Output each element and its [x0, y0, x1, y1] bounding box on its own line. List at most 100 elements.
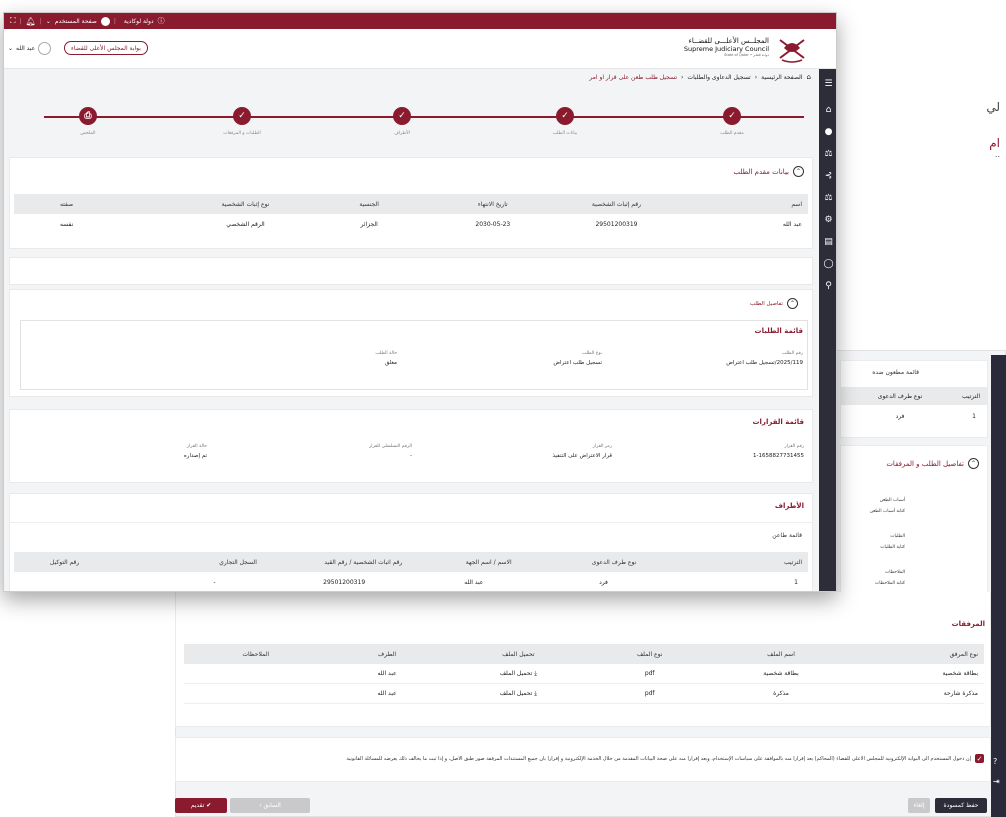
field-value: 1-1658827731455	[753, 453, 804, 459]
field-value: -	[410, 453, 412, 459]
settings-icon[interactable]: ⚙	[823, 215, 834, 226]
defendants-header-type: نوع طرف الدعوى	[877, 392, 923, 400]
scales-icon[interactable]: ⚖	[823, 149, 834, 160]
applicant-card: ⌃ بيانات مقدم الطلب اسم رقم إثبات الشخصي…	[9, 157, 813, 249]
step-check-icon[interactable]: ✓	[556, 107, 574, 125]
spacer-card	[9, 257, 813, 285]
submit-button[interactable]: تقديم ✔	[175, 798, 227, 813]
applicant-table-header: اسم رقم إثبات الشخصية تاريخ الانتهاء الج…	[14, 194, 808, 214]
step-label: الملخص	[80, 131, 96, 136]
portal-button[interactable]: بوابة المجلس الأعلى للقضاء	[64, 41, 148, 55]
field-label: الطلبات	[890, 534, 905, 539]
defendants-header-order: الترتيب	[962, 392, 980, 400]
top-bar: ⛶ | 🔔︎ | ⌄ صفحة المستخدم | دولة لوكادية …	[4, 13, 836, 29]
cancel-button[interactable]: إلغاء	[908, 798, 930, 813]
chevron-left-icon: ‹	[681, 73, 684, 81]
logout-icon[interactable]: ⇥	[993, 777, 1000, 786]
breadcrumb-home[interactable]: الصفحة الرئيسية	[761, 74, 802, 81]
clock-icon[interactable]: ●	[823, 127, 834, 138]
avatar	[38, 42, 52, 55]
field-value: كتابة الطلبات	[880, 545, 905, 550]
notifications-icon[interactable]: 🔔︎	[26, 17, 36, 26]
info-icon[interactable]: ⓘ	[158, 16, 165, 26]
field-label: أسباب الطعن	[879, 498, 905, 503]
field-value: قرار الاعتراض على التنفيذ	[552, 453, 612, 459]
user-name: عبد الله	[16, 45, 36, 52]
applicant-title: بيانات مقدم الطلب	[733, 167, 789, 176]
previous-button[interactable]: ‹ السابق	[230, 798, 310, 813]
field-label: رمز القرار	[592, 444, 612, 449]
front-window: ⛶ | 🔔︎ | ⌄ صفحة المستخدم | دولة لوكادية …	[3, 12, 837, 592]
field-value: كتابة الملاحظات	[875, 581, 905, 586]
decisions-card: قائمة القرارات رقم القرار 1-165882773145…	[9, 409, 813, 483]
search-icon[interactable]: ⚲	[823, 281, 834, 292]
user-icon[interactable]: ◯	[823, 259, 834, 270]
user-circle-icon	[100, 16, 110, 26]
step-check-icon[interactable]: ✓	[233, 107, 251, 125]
header: ⌄ عبد الله بوابة المجلس الأعلى للقضاء ال…	[4, 29, 836, 69]
step-check-icon[interactable]: ✓	[723, 107, 741, 125]
field-label: الملاحظات	[885, 570, 905, 575]
field-value: تسجيل طلب اعتراض	[553, 360, 602, 366]
menu-icon[interactable]: ☰	[823, 79, 834, 90]
check-icon: ✔	[204, 802, 212, 809]
background-sidebar: ? ⇥	[991, 355, 1006, 817]
breadcrumb: ⌂ الصفحة الرئيسية ‹ تسجيل الدعاوى والطلب…	[589, 73, 811, 81]
field-value: مغلق	[384, 360, 397, 366]
council-emblem-logo	[779, 39, 805, 63]
share-icon[interactable]: ⊰	[823, 171, 834, 182]
building-icon[interactable]: ▤	[823, 237, 834, 248]
field-label: حالة الطلب	[375, 351, 397, 356]
user-page-link[interactable]: صفحة المستخدم	[55, 18, 97, 25]
table-row: عبد الله 29501200319 2030-05-23 الجزائر …	[59, 220, 802, 228]
defendants-cell-type: فرد	[895, 412, 905, 420]
parties-title: الأطراف	[774, 502, 804, 510]
site-link[interactable]: دولة لوكادية	[124, 18, 154, 25]
request-attachments-card: ⌃ تفاصيل الطلب و المرفقات أسباب الطعن كت…	[840, 445, 988, 605]
save-draft-button[interactable]: حفظ كمسودة	[935, 798, 987, 813]
download-file-link[interactable]: ⤓ تحميل الملف	[453, 670, 584, 678]
request-details-title: تفاصيل الطلب	[749, 300, 783, 307]
table-row: مذكرة شارحة مذكرة pdf ⤓ تحميل الملف عبد …	[184, 684, 984, 704]
download-file-link[interactable]: ⤓ تحميل الملف	[453, 690, 584, 698]
breadcrumb-current: تسجيل طلب طعن على قرار او امر	[589, 73, 678, 81]
field-label: الرقم التسلسلي للقرار	[369, 444, 412, 449]
chevron-down-icon: ⌄	[8, 45, 14, 52]
sidebar: ☰ ⌂ ● ⚖ ⊰ ⚖ ⚙ ▤ ◯ ⚲	[819, 69, 836, 591]
requests-list-panel: قائمة الطلبات رقم الطلب 2025/119/تسجيل ط…	[20, 320, 808, 390]
main-content: ⌂ الصفحة الرئيسية ‹ تسجيل الدعاوى والطلب…	[4, 69, 819, 591]
step-label: مقدم الطلب	[720, 131, 744, 136]
field-label: حالة القرار	[186, 444, 207, 449]
step-check-icon[interactable]: ✓	[393, 107, 411, 125]
step-summary-icon[interactable]: ⎙	[79, 107, 97, 125]
scales-icon[interactable]: ⚖	[823, 193, 834, 204]
home-outline-icon[interactable]: ⌂	[807, 73, 811, 81]
declaration-card: ✓ إن دخول المستخدم الى البوابة الإلكترون…	[175, 737, 991, 782]
stepper: ⎙ ✓ ✓ ✓ ✓ الملخص الطلبات و المرفقات الأط…	[4, 101, 819, 151]
collapse-icon[interactable]: ⌃	[787, 298, 798, 309]
parties-subtitle: قائمة طاعن	[772, 532, 802, 539]
collapse-icon[interactable]: ⌃	[793, 166, 804, 177]
request-attachments-title: تفاصيل الطلب و المرفقات	[886, 459, 964, 468]
field-value: 2025/119/تسجيل طلب اعتراض	[726, 360, 803, 366]
help-icon[interactable]: ?	[993, 757, 997, 766]
breadcrumb-section[interactable]: تسجيل الدعاوى والطلبات	[687, 74, 750, 81]
step-label: الأطراف	[394, 131, 410, 136]
field-label: نوع الطلب	[582, 351, 602, 356]
user-menu[interactable]: ⌄ عبد الله	[8, 42, 52, 55]
step-label: بيانات الطلب	[552, 131, 578, 136]
council-logo-text: المجلــس الأعلـــى للقضــاء Supreme Judi…	[683, 37, 769, 57]
requests-list-title: قائمة الطلبات	[754, 327, 803, 335]
fullscreen-icon[interactable]: ⛶	[10, 16, 16, 26]
parties-card: الأطراف قائمة طاعن الترتيب نوع طرف الدعو…	[9, 493, 813, 591]
bg-partial-text: لي ام ..	[986, 100, 1000, 159]
collapse-icon[interactable]: ⌃	[968, 458, 979, 469]
attachments-table-header: نوع المرفق اسم الملف نوع الملف تحميل الم…	[184, 644, 984, 664]
chevron-down-icon[interactable]: ⌄	[46, 18, 51, 25]
agree-checkbox[interactable]: ✓	[975, 754, 984, 763]
table-row: 1 فرد عبد الله 29501200319 -	[213, 578, 798, 586]
table-row: بطاقة شخصية بطاقة شخصية pdf ⤓ تحميل المل…	[184, 664, 984, 684]
defendants-card: قائمة مطعون ضده الترتيب نوع طرف الدعوى 1…	[840, 360, 988, 438]
defendants-title: قائمة مطعون ضده	[872, 369, 919, 376]
home-icon[interactable]: ⌂	[823, 105, 834, 116]
